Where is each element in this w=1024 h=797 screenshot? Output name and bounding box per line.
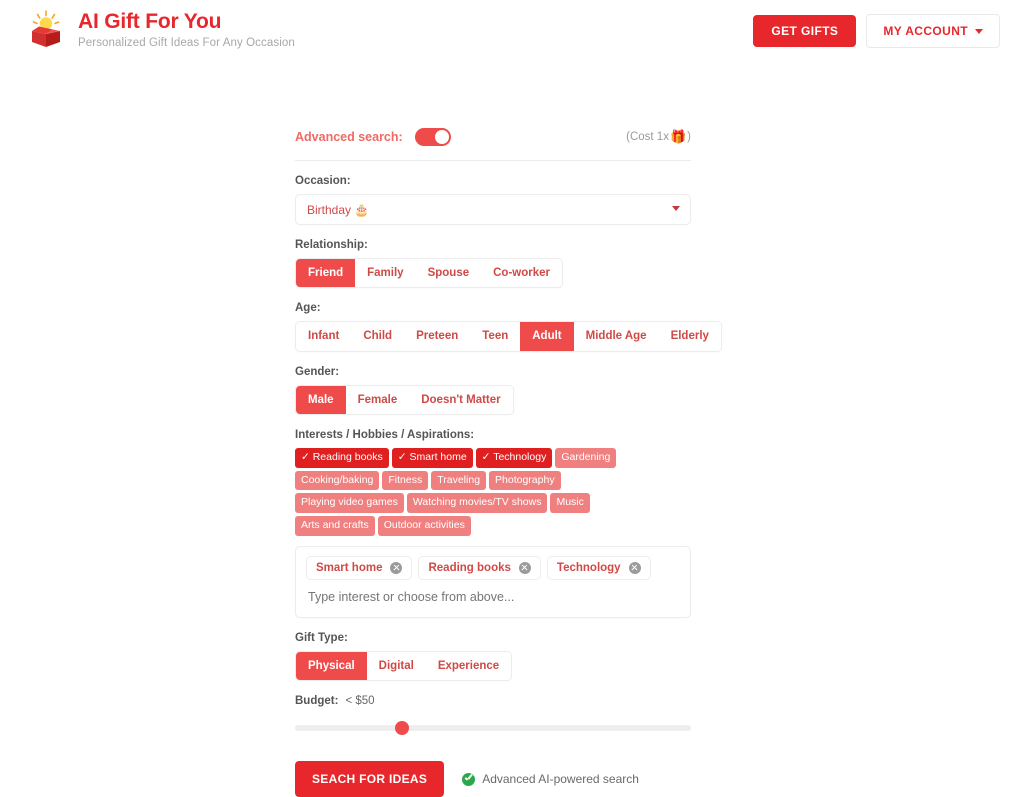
gift-type-option-digital[interactable]: Digital xyxy=(366,651,426,681)
remove-chip-icon[interactable] xyxy=(628,561,641,574)
budget-label: Budget: xyxy=(295,695,339,708)
advanced-search-label: Advanced search: xyxy=(295,130,403,144)
age-options: Infant Child Preteen Teen Adult Middle Age Eld… xyxy=(295,321,722,352)
slider-track xyxy=(295,725,691,732)
gift-type-option-experience[interactable]: Experience xyxy=(425,651,512,681)
interest-chip: Smart home xyxy=(306,555,413,580)
occasion-field: Occasion: Birthday 🎂 xyxy=(295,175,691,225)
gift-icon: 🎁 xyxy=(669,129,687,144)
budget-row: Budget: < $50 xyxy=(295,695,691,707)
relationship-option-co-worker[interactable]: Co-worker xyxy=(481,259,562,288)
budget-value: < $50 xyxy=(345,695,375,708)
interest-tag[interactable]: Photography xyxy=(489,470,561,491)
budget-field: Budget: < $50 xyxy=(295,695,691,736)
age-option-middle-age[interactable]: Middle Age xyxy=(573,322,659,351)
gift-box-lightbulb-icon xyxy=(24,9,68,49)
chevron-down-icon xyxy=(975,28,983,34)
gender-label: Gender: xyxy=(295,365,340,378)
submit-row: SEACH FOR IDEAS Advanced AI-powered sear… xyxy=(295,761,691,797)
gift-type-option-physical[interactable]: Physical xyxy=(296,651,367,681)
interests-input-box[interactable]: Smart home Reading books Technology xyxy=(295,545,691,618)
brand-subtitle: Personalized Gift Ideas For Any Occasion xyxy=(78,37,295,50)
interest-chip: Reading books xyxy=(418,555,541,580)
interests-label: Interests / Hobbies / Aspirations: xyxy=(295,429,475,442)
occasion-select[interactable]: Birthday 🎂 xyxy=(295,194,691,225)
gender-option-doesn-t-matter[interactable]: Doesn't Matter xyxy=(409,385,513,415)
interest-tag[interactable]: Fitness xyxy=(382,470,429,491)
get-gifts-button[interactable]: GET GIFTS xyxy=(753,15,857,47)
occasion-label: Occasion: xyxy=(295,175,351,187)
gender-options: Male Female Doesn't Matter xyxy=(295,384,514,416)
age-option-preteen[interactable]: Preteen xyxy=(404,322,471,351)
age-label: Age: xyxy=(295,302,321,315)
green-check-icon xyxy=(462,772,476,786)
slider-thumb[interactable] xyxy=(394,721,409,736)
cost-note-close: ) xyxy=(687,131,691,143)
remove-chip-icon[interactable] xyxy=(518,561,531,574)
relationship-field: Relationship: Friend Family Spouse Co-worke… xyxy=(295,239,691,289)
ai-note-label: Advanced AI-powered search xyxy=(482,772,639,787)
budget-slider[interactable] xyxy=(295,721,691,736)
toggle-knob xyxy=(434,130,449,144)
cost-note-text: (Cost 1x xyxy=(626,131,669,143)
gender-option-female[interactable]: Female xyxy=(345,385,410,415)
advanced-search-toggle[interactable] xyxy=(414,128,451,146)
interest-tag[interactable]: ✓ Reading books xyxy=(295,448,389,468)
age-option-infant[interactable]: Infant xyxy=(296,322,352,351)
interest-tag[interactable]: Arts and crafts xyxy=(295,516,375,536)
interest-tag[interactable]: ✓ Smart home xyxy=(391,448,473,468)
interest-tag[interactable]: Outdoor activities xyxy=(377,516,471,536)
interest-chip-label: Technology xyxy=(556,561,621,574)
gift-type-label: Gift Type: xyxy=(295,631,348,644)
brand-logo[interactable]: AI Gift For You Personalized Gift Ideas … xyxy=(24,9,295,51)
interest-tag[interactable]: Playing video games xyxy=(295,493,404,514)
occasion-select-wrap: Birthday 🎂 xyxy=(295,194,691,225)
site-header: AI Gift For You Personalized Gift Ideas … xyxy=(0,0,1024,56)
age-option-teen[interactable]: Teen xyxy=(470,322,521,351)
interest-tag[interactable]: Gardening xyxy=(555,448,617,468)
cost-note: (Cost 1x 🎁 ) xyxy=(626,129,691,145)
brand-title: AI Gift For You xyxy=(78,10,222,33)
advanced-search-control: Advanced search: xyxy=(295,128,451,146)
remove-chip-icon[interactable] xyxy=(390,561,403,574)
gift-type-field: Gift Type: Physical Digital Experience xyxy=(295,631,691,682)
my-account-label: MY ACCOUNT xyxy=(883,24,968,38)
interest-tag[interactable]: Music xyxy=(550,493,590,514)
relationship-option-spouse[interactable]: Spouse xyxy=(415,259,482,288)
interest-chip-label: Reading books xyxy=(428,561,511,574)
advanced-search-row: Advanced search: (Cost 1x 🎁 ) xyxy=(295,128,691,161)
gender-field: Gender: Male Female Doesn't Matter xyxy=(295,365,691,416)
ai-powered-note: Advanced AI-powered search xyxy=(462,772,639,786)
search-for-ideas-button[interactable]: SEACH FOR IDEAS xyxy=(295,761,445,797)
age-option-adult[interactable]: Adult xyxy=(520,322,574,351)
selected-interest-chips: Smart home Reading books Technology xyxy=(306,555,680,580)
interest-chip: Technology xyxy=(546,555,651,580)
interest-chip-label: Smart home xyxy=(316,561,383,574)
interest-tag[interactable]: Traveling xyxy=(431,470,487,491)
interest-tag-cloud: ✓ Reading books ✓ Smart home ✓ Technology G… xyxy=(295,448,665,536)
gift-type-options: Physical Digital Experience xyxy=(295,650,513,682)
interests-field: Interests / Hobbies / Aspirations: ✓ Rea… xyxy=(295,429,691,618)
age-field: Age: Infant Child Preteen Teen Adult Middle A… xyxy=(295,302,722,352)
relationship-option-friend[interactable]: Friend xyxy=(296,259,356,288)
age-option-child[interactable]: Child xyxy=(351,322,405,351)
interest-tag[interactable]: ✓ Technology xyxy=(475,448,553,468)
interest-tag[interactable]: Watching movies/TV shows xyxy=(406,493,548,514)
gender-option-male[interactable]: Male xyxy=(296,385,346,415)
age-option-elderly[interactable]: Elderly xyxy=(658,322,721,351)
interest-tag[interactable]: Cooking/baking xyxy=(295,470,380,491)
header-actions: GET GIFTS MY ACCOUNT xyxy=(753,14,1000,48)
relationship-options: Friend Family Spouse Co-worker xyxy=(295,258,563,289)
relationship-label: Relationship: xyxy=(295,239,368,251)
relationship-option-family[interactable]: Family xyxy=(355,259,416,288)
interest-input[interactable] xyxy=(306,589,680,604)
my-account-menu-button[interactable]: MY ACCOUNT xyxy=(866,14,1000,48)
gift-search-form: Advanced search: (Cost 1x 🎁 ) Occasion: … xyxy=(295,128,722,797)
